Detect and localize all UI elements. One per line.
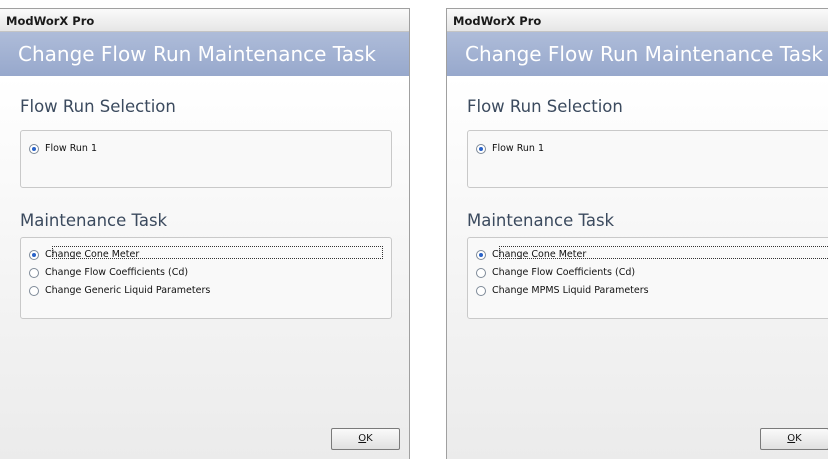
- ok-button[interactable]: OK: [331, 428, 400, 450]
- task-change-flow-coefficients-label: Change Flow Coefficients (Cd): [492, 267, 636, 278]
- ok-label-rest: K: [366, 433, 373, 444]
- ok-label-rest: K: [795, 433, 802, 444]
- task-change-flow-coefficients-radio[interactable]: Change Flow Coefficients (Cd): [29, 265, 189, 280]
- flow-run-1-radio[interactable]: Flow Run 1: [29, 141, 98, 156]
- task-change-generic-liquid-radio[interactable]: Change Generic Liquid Parameters: [29, 283, 211, 298]
- task-change-cone-meter-radio[interactable]: Change Cone Meter: [29, 246, 383, 262]
- flow-run-section-title: Flow Run Selection: [467, 97, 623, 116]
- maintenance-task-section-title: Maintenance Task: [20, 211, 168, 230]
- maintenance-task-group: Change Cone Meter Change Flow Coefficien…: [467, 237, 828, 319]
- radio-unselected-icon: [29, 267, 39, 278]
- task-change-generic-liquid-label: Change Generic Liquid Parameters: [45, 285, 211, 296]
- dialog-content: Flow Run Selection Flow Run 1 Maintenanc…: [447, 76, 828, 459]
- dialog-banner: Change Flow Run Maintenance Task: [0, 32, 409, 76]
- ok-button[interactable]: OK: [760, 428, 828, 450]
- flow-run-section-title: Flow Run Selection: [20, 97, 176, 116]
- radio-unselected-icon: [476, 285, 486, 296]
- flow-run-group: Flow Run 1: [20, 130, 392, 188]
- flow-run-group: Flow Run 1: [467, 130, 828, 188]
- dialog-window-right: ModWorX Pro Change Flow Run Maintenance …: [446, 8, 828, 459]
- banner-title: Change Flow Run Maintenance Task: [465, 42, 823, 66]
- radio-selected-icon: [29, 249, 39, 260]
- dialog-banner: Change Flow Run Maintenance Task: [447, 32, 828, 76]
- banner-title: Change Flow Run Maintenance Task: [18, 42, 376, 66]
- task-change-mpms-liquid-radio[interactable]: Change MPMS Liquid Parameters: [476, 283, 650, 298]
- task-change-flow-coefficients-radio[interactable]: Change Flow Coefficients (Cd): [476, 265, 636, 280]
- ok-mnemonic: O: [787, 433, 796, 444]
- dialog-content: Flow Run Selection Flow Run 1 Maintenanc…: [0, 76, 409, 459]
- radio-selected-icon: [476, 143, 486, 154]
- flow-run-1-label: Flow Run 1: [492, 143, 544, 154]
- focus-rectangle: [52, 246, 383, 259]
- app-title: ModWorX Pro: [6, 14, 95, 28]
- task-change-cone-meter-radio[interactable]: Change Cone Meter: [476, 246, 828, 262]
- maintenance-task-group: Change Cone Meter Change Flow Coefficien…: [20, 237, 392, 319]
- app-title: ModWorX Pro: [453, 14, 542, 28]
- window-titlebar: ModWorX Pro: [0, 9, 409, 32]
- radio-unselected-icon: [29, 285, 39, 296]
- window-titlebar: ModWorX Pro: [447, 9, 828, 32]
- dialog-window-left: ModWorX Pro Change Flow Run Maintenance …: [0, 8, 410, 459]
- radio-selected-icon: [29, 143, 39, 154]
- focus-rectangle: [499, 246, 828, 259]
- flow-run-1-radio[interactable]: Flow Run 1: [476, 141, 545, 156]
- radio-selected-icon: [476, 249, 486, 260]
- maintenance-task-section-title: Maintenance Task: [467, 211, 615, 230]
- flow-run-1-label: Flow Run 1: [45, 143, 97, 154]
- task-change-flow-coefficients-label: Change Flow Coefficients (Cd): [45, 267, 189, 278]
- task-change-mpms-liquid-label: Change MPMS Liquid Parameters: [492, 285, 649, 296]
- radio-unselected-icon: [476, 267, 486, 278]
- ok-mnemonic: O: [358, 433, 367, 444]
